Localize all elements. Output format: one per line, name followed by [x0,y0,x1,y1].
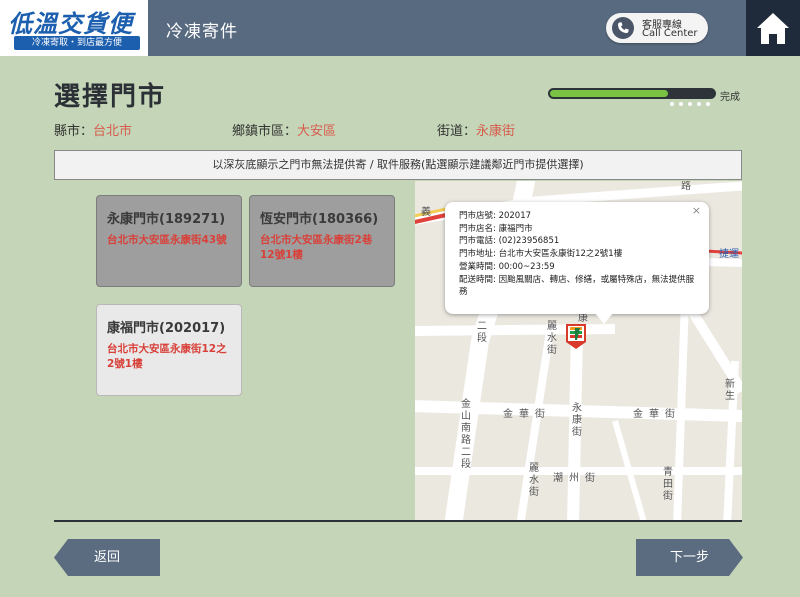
brand-logo-text: 低溫交貨便 [8,10,133,38]
popup-tail [595,313,613,324]
step-progress-bar [548,88,718,106]
city-filter[interactable]: 縣市：台北市 [54,120,132,139]
store-card-address: 台北市大安區永康街2巷12號1樓 [260,234,373,261]
map-label-yongkang: 永康街 [572,403,582,438]
call-center-sublabel: Call Center [642,28,698,39]
header-title: 冷凍寄件 [166,22,238,42]
map-label-jinshan-south: 金山南路二段 [461,399,471,470]
top-bar: 低溫交貨便 冷凍寄取・到店最方便 冷凍寄件 客服專線 Call Center [0,0,800,56]
brand-logo-tagline: 冷凍寄取・到店最方便 [14,36,140,50]
district-filter-value: 大安區 [297,124,337,139]
content-divider [54,520,742,522]
progress-dots [670,91,715,110]
store-card-180366[interactable]: 恆安門市(180366) 台北市大安區永康街2巷12號1樓 [249,195,395,287]
popup-store-address: 門市地址: 台北市大安區永康街12之2號1樓 [459,249,623,260]
brand-logo[interactable]: 低溫交貨便 冷凍寄取・到店最方便 [0,0,148,56]
popup-delivery-note: 配送時間: 因颱風關店、轉店、修繕，或屬特殊店，無法提供服務 [459,274,695,298]
popup-store-hours: 營業時間: 00:00~23:59 [459,261,555,272]
city-filter-label: 縣市： [54,124,94,139]
back-button-label: 返回 [93,550,120,565]
map-label-jinhua-right: 金華街 [633,409,681,420]
popup-store-name: 門市店名: 康福門市 [459,223,533,234]
home-button[interactable] [746,0,800,56]
store-card-address: 台北市大安區永康街12之2號1樓 [107,343,227,370]
map-label-er-duan: 二段 [477,321,487,344]
progress-fill [550,90,669,97]
street-filter-label: 街道： [437,124,477,139]
popup-store-phone: 門市電話: (02)23956851 [459,236,560,247]
next-button[interactable]: 下一步 [636,539,743,576]
store-card-name: 恆安門市(180366) [260,212,379,227]
district-filter-label: 鄉鎮市區： [232,124,298,139]
district-filter[interactable]: 鄉鎮市區：大安區 [232,120,336,139]
map-label-lu: 路 [681,181,691,192]
store-card-name: 康福門市(202017) [107,321,226,336]
map-label-yi: 義 [421,207,431,218]
unavailable-store-notice: 以深灰底顯示之門市無法提供寄 / 取件服務(點選顯示建議鄰近門市提供選擇) [54,150,742,180]
map-label-lishui-top: 麗水街 [547,321,557,356]
next-button-label: 下一步 [669,550,709,565]
map-label-xinsheng: 新生 [725,379,735,402]
call-center-button[interactable]: 客服專線 Call Center [606,13,708,43]
store-card-name: 永康門市(189271) [107,212,226,227]
store-card-189271[interactable]: 永康門市(189271) 台北市大安區永康街43號 [96,195,242,287]
map-label-jinhua-left: 金華街 [503,409,551,420]
store-card-202017[interactable]: 康福門市(202017) 台北市大安區永康街12之2號1樓 [96,304,242,396]
popup-store-id: 門市店號: 202017 [459,211,532,221]
map-label-lishui-bottom: 麗水街 [529,463,539,498]
phone-icon [612,17,634,39]
store-info-popup: × 門市店號: 202017 門市店名: 康福門市 門市電話: (02)2395… [445,202,709,324]
progress-track [548,88,716,106]
store-card-address: 台北市大安區永康街43號 [107,234,227,246]
map-label-metro: 捷運 [719,249,739,260]
popup-close-icon[interactable]: × [692,204,701,217]
street-filter[interactable]: 街道：永康街 [437,120,515,139]
progress-label: 完成 [720,92,740,103]
page-title: 選擇門市 [54,82,167,112]
store-map[interactable]: 路 捷運 義 二段 麗水街 康 永康街 金山南路二段 金華街 金華街 麗水街 潮… [415,181,742,520]
back-button[interactable]: 返回 [54,539,160,576]
city-filter-value: 台北市 [93,124,133,139]
map-label-chaozhou: 潮州街 [553,473,601,484]
home-icon [757,13,789,44]
street-filter-value: 永康街 [476,124,516,139]
map-label-qingtian: 青田街 [663,467,673,502]
seven-eleven-marker-icon[interactable] [564,322,588,350]
